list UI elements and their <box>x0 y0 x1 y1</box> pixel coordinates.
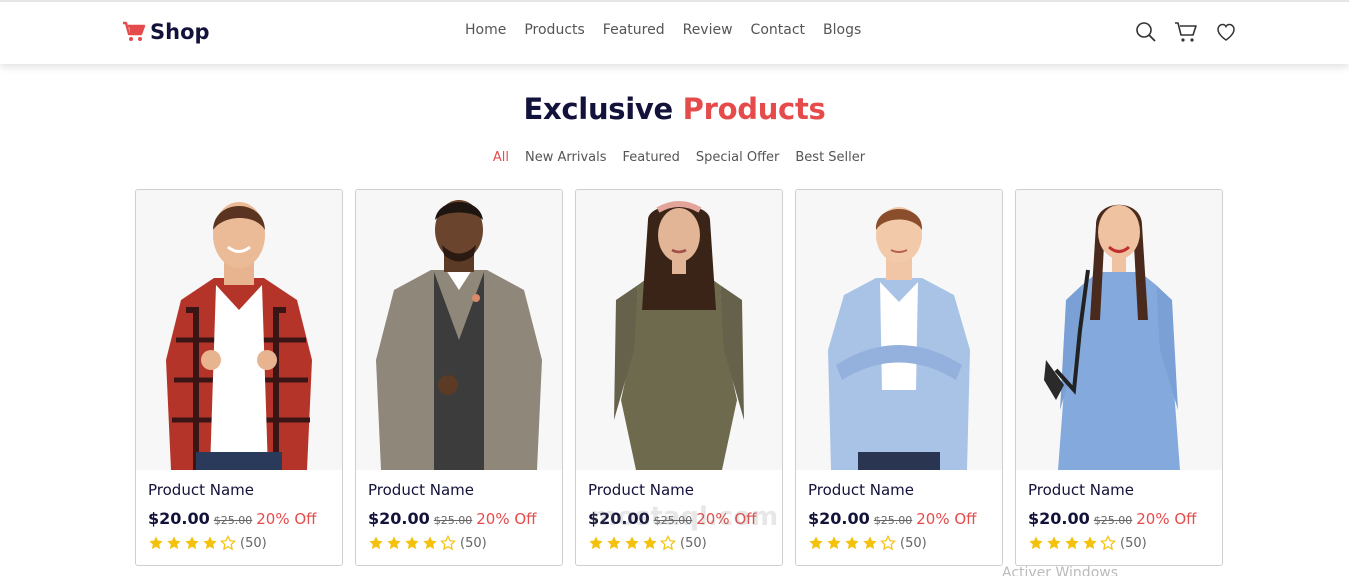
nav-icon-group <box>1134 20 1238 44</box>
cart-icon[interactable] <box>1174 20 1198 44</box>
nav-home[interactable]: Home <box>465 22 506 38</box>
star-filled-icon <box>422 535 438 551</box>
navbar: Shop Home Products Featured Review Conta… <box>0 2 1349 64</box>
discount-label: 20% Off <box>1136 510 1197 528</box>
activate-windows-notice: Activer Windows <box>1002 565 1119 576</box>
star-filled-icon <box>166 535 182 551</box>
brand-name: Shop <box>150 20 210 44</box>
product-card[interactable]: Product Name $20.00 $25.00 20% Off (50) <box>795 189 1003 566</box>
product-name[interactable]: Product Name <box>588 481 770 499</box>
rating: (50) <box>588 534 770 551</box>
star-filled-icon <box>1028 535 1044 551</box>
product-name[interactable]: Product Name <box>148 481 330 499</box>
nav-blogs[interactable]: Blogs <box>823 22 861 38</box>
star-empty-icon <box>879 534 897 551</box>
filter-special-offer[interactable]: Special Offer <box>696 150 780 165</box>
price-row: $20.00 $25.00 20% Off <box>368 509 550 528</box>
old-price: $25.00 <box>1093 514 1133 527</box>
product-info: Product Name $20.00 $25.00 20% Off (50) <box>136 470 342 561</box>
old-price: $25.00 <box>213 514 253 527</box>
product-image-woman-dress[interactable] <box>576 190 782 470</box>
product-filters: All New Arrivals Featured Special Offer … <box>0 150 1349 165</box>
product-info: Product Name $20.00 $25.00 20% Off (50) <box>796 470 1002 561</box>
review-count: (50) <box>1120 535 1147 551</box>
discount-label: 20% Off <box>256 510 317 528</box>
title-accent: Products <box>682 92 826 126</box>
brand-logo[interactable]: Shop <box>122 20 210 44</box>
product-name[interactable]: Product Name <box>368 481 550 499</box>
filter-new-arrivals[interactable]: New Arrivals <box>525 150 607 165</box>
old-price: $25.00 <box>433 514 473 527</box>
product-price: $20.00 <box>148 509 210 528</box>
section-title: Exclusive Products <box>0 92 1349 126</box>
filter-featured[interactable]: Featured <box>622 150 679 165</box>
old-price: $25.00 <box>873 514 913 527</box>
star-filled-icon <box>184 535 200 551</box>
product-image-man-blazer[interactable] <box>356 190 562 470</box>
star-filled-icon <box>1082 535 1098 551</box>
filter-best-seller[interactable]: Best Seller <box>795 150 865 165</box>
star-empty-icon <box>1099 534 1117 551</box>
product-price: $20.00 <box>808 509 870 528</box>
rating: (50) <box>808 534 990 551</box>
star-filled-icon <box>202 535 218 551</box>
star-filled-icon <box>844 535 860 551</box>
star-empty-icon <box>219 534 237 551</box>
rating: (50) <box>1028 534 1210 551</box>
product-card[interactable]: Product Name $20.00 $25.00 20% Off (50) <box>355 189 563 566</box>
star-filled-icon <box>624 535 640 551</box>
product-name[interactable]: Product Name <box>808 481 990 499</box>
main-nav: Home Products Featured Review Contact Bl… <box>465 22 861 38</box>
product-price: $20.00 <box>368 509 430 528</box>
price-row: $20.00 $25.00 20% Off <box>148 509 330 528</box>
star-filled-icon <box>368 535 384 551</box>
product-image-boy-shirt[interactable] <box>796 190 1002 470</box>
star-empty-icon <box>439 534 457 551</box>
star-filled-icon <box>1046 535 1062 551</box>
heart-icon[interactable] <box>1214 20 1238 44</box>
discount-label: 20% Off <box>476 510 537 528</box>
nav-review[interactable]: Review <box>683 22 733 38</box>
star-empty-icon <box>659 534 677 551</box>
product-card[interactable]: Product Name $20.00 $25.00 20% Off (50) <box>1015 189 1223 566</box>
star-filled-icon <box>386 535 402 551</box>
star-filled-icon <box>826 535 842 551</box>
discount-label: 20% Off <box>916 510 977 528</box>
review-count: (50) <box>680 535 707 551</box>
nav-contact[interactable]: Contact <box>751 22 805 38</box>
product-card[interactable]: Product Name $20.00 $25.00 20% Off (50) <box>135 189 343 566</box>
star-filled-icon <box>606 535 622 551</box>
review-count: (50) <box>460 535 487 551</box>
watermark: mostaql.com <box>590 502 779 532</box>
product-name[interactable]: Product Name <box>1028 481 1210 499</box>
review-count: (50) <box>240 535 267 551</box>
product-info: Product Name $20.00 $25.00 20% Off (50) <box>356 470 562 561</box>
product-image-man-plaid[interactable] <box>136 190 342 470</box>
rating: (50) <box>148 534 330 551</box>
product-info: Product Name $20.00 $25.00 20% Off (50) <box>1016 470 1222 561</box>
star-filled-icon <box>1064 535 1080 551</box>
product-price: $20.00 <box>1028 509 1090 528</box>
rating: (50) <box>368 534 550 551</box>
cart-logo-icon <box>122 20 146 44</box>
title-main: Exclusive <box>523 92 674 126</box>
star-filled-icon <box>808 535 824 551</box>
search-icon[interactable] <box>1134 20 1158 44</box>
filter-all[interactable]: All <box>493 150 509 165</box>
price-row: $20.00 $25.00 20% Off <box>808 509 990 528</box>
star-filled-icon <box>862 535 878 551</box>
nav-products[interactable]: Products <box>524 22 584 38</box>
price-row: $20.00 $25.00 20% Off <box>1028 509 1210 528</box>
product-image-girl-dress[interactable] <box>1016 190 1222 470</box>
review-count: (50) <box>900 535 927 551</box>
star-filled-icon <box>404 535 420 551</box>
nav-featured[interactable]: Featured <box>603 22 665 38</box>
star-filled-icon <box>642 535 658 551</box>
star-filled-icon <box>148 535 164 551</box>
star-filled-icon <box>588 535 604 551</box>
